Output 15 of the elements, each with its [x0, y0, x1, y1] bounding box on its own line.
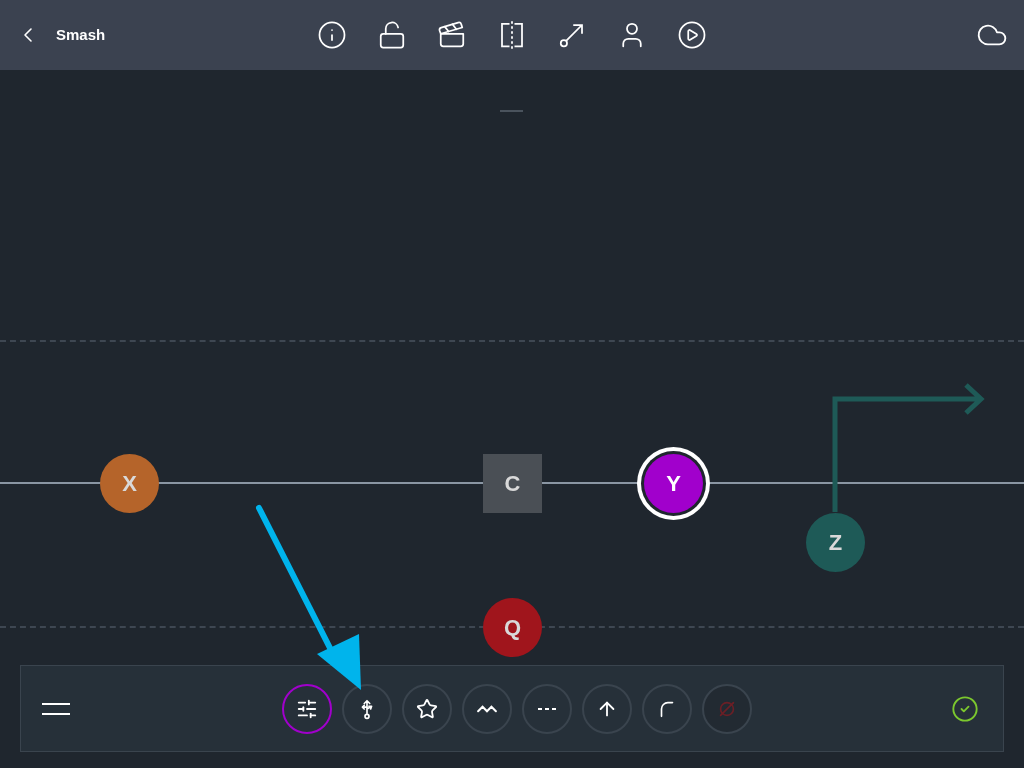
player-marker[interactable]: Z [806, 513, 865, 572]
menu-icon[interactable] [41, 701, 71, 716]
star-icon [416, 697, 438, 720]
play-title: Smash [56, 24, 106, 45]
confirm-icon[interactable] [951, 694, 979, 723]
tool-button[interactable] [462, 683, 512, 734]
tool-button[interactable] [282, 683, 332, 734]
dashed-line-icon [537, 706, 557, 711]
sliders-icon [296, 697, 318, 720]
center-marker[interactable]: C [483, 454, 542, 513]
zigzag-icon [477, 703, 497, 714]
player-marker[interactable]: X [100, 454, 159, 513]
tool-button[interactable] [582, 683, 632, 734]
player-marker[interactable]: Q [483, 598, 542, 657]
tool-button[interactable] [402, 683, 452, 734]
